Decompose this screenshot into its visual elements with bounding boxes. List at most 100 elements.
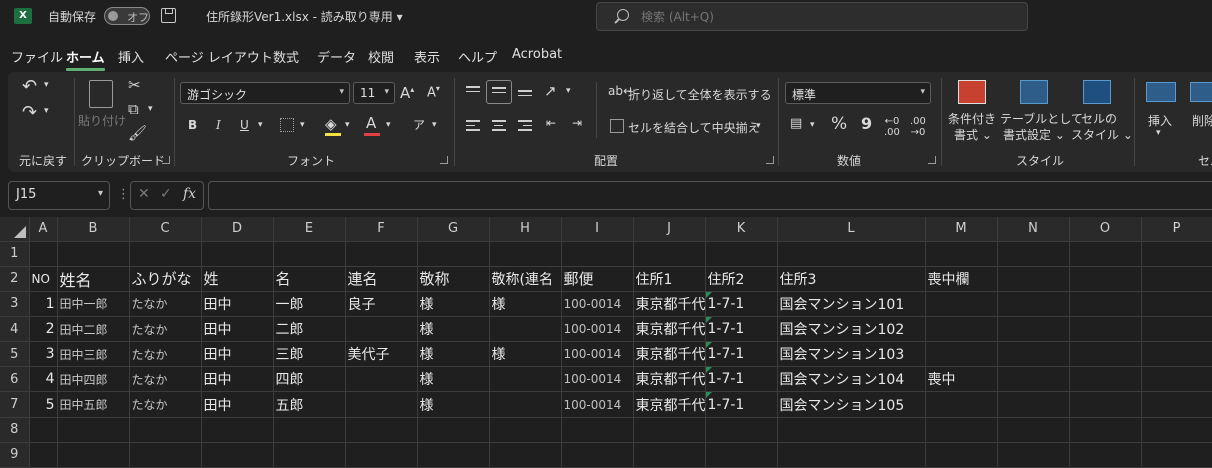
format-as-table-line1[interactable]: テーブルとして [1000,110,1083,127]
cell[interactable]: 様 [417,291,490,318]
cell[interactable] [997,391,1070,418]
fill-color-icon[interactable]: ◈ [325,115,337,133]
delete-cells-icon[interactable] [1190,82,1212,102]
decrease-indent-icon[interactable]: ⇤ [546,116,556,130]
cell[interactable]: 田中 [201,391,274,418]
cell[interactable]: 四郎 [273,366,346,393]
cell[interactable] [705,442,778,468]
cell[interactable]: 様 [417,316,490,343]
cell[interactable]: 住所2 [705,266,778,292]
column-header[interactable]: I [561,217,634,242]
alignment-launcher-icon[interactable] [766,156,774,164]
cell[interactable] [777,417,926,443]
cell[interactable]: 郵便 [561,266,634,292]
cell-styles-icon[interactable] [1083,80,1111,104]
fill-dropdown-icon[interactable]: ▾ [345,120,350,130]
cell[interactable]: 国会マンション101 [777,291,926,318]
font-launcher-icon[interactable] [440,156,448,164]
cell[interactable] [201,417,274,443]
cell[interactable]: 1-7-1 [705,391,778,418]
font-color-icon[interactable]: A [366,114,376,132]
column-header[interactable]: C [129,217,202,242]
cell[interactable] [705,241,778,267]
cell[interactable]: 1-7-1 [705,341,778,368]
orientation-dropdown-icon[interactable]: ▾ [566,86,571,96]
number-launcher-icon[interactable] [928,156,936,164]
tab-formulas[interactable]: 数式 [273,47,299,66]
cell[interactable]: 100-0014 [561,366,634,393]
cell[interactable] [777,241,926,267]
align-top-icon[interactable] [466,86,480,95]
column-header[interactable]: J [633,217,706,242]
font-name-select[interactable]: 游ゴシック ▾ [180,82,350,104]
cell[interactable]: 100-0014 [561,291,634,318]
cell[interactable]: 1-7-1 [705,316,778,343]
align-center-icon[interactable] [492,120,506,134]
cell[interactable] [129,442,202,468]
column-header[interactable]: O [1069,217,1142,242]
number-format-select[interactable]: 標準 ▾ [785,82,931,104]
paste-icon[interactable] [89,80,113,108]
cell[interactable] [201,241,274,267]
cell[interactable] [633,442,706,468]
format-as-table-icon[interactable] [1020,80,1048,104]
cell[interactable]: 様 [489,291,562,318]
tab-home[interactable]: ホーム [66,47,105,71]
copy-icon[interactable]: ⧉ [128,100,139,118]
tab-page-layout[interactable]: ページ レイアウト [165,47,273,66]
cell[interactable] [997,417,1070,443]
cell[interactable]: 1 [29,291,58,318]
cell[interactable]: 姓名 [57,266,130,292]
increase-decimal-icon[interactable]: ←0.00 [884,116,900,138]
cell[interactable] [925,391,998,418]
cell[interactable] [57,241,130,267]
cell[interactable]: 様 [417,366,490,393]
enter-icon[interactable]: ✓ [160,186,172,202]
row-header[interactable]: 3 [0,291,30,318]
currency-icon[interactable]: ▤ [790,116,802,131]
column-header[interactable]: G [417,217,490,242]
cell[interactable]: 国会マンション103 [777,341,926,368]
column-header[interactable]: N [997,217,1070,242]
cell[interactable]: 田中二郎 [57,316,130,343]
cell-styles-line2[interactable]: スタイル ⌄ [1071,126,1133,143]
cell[interactable] [345,417,418,443]
cell[interactable]: 田中一郎 [57,291,130,318]
autosave-toggle[interactable]: オフ [104,7,150,25]
cell[interactable]: ふりがな [129,266,202,292]
conditional-format-line2[interactable]: 書式 ⌄ [954,126,992,143]
cell[interactable]: 国会マンション104 [777,366,926,393]
cell[interactable]: 連名 [345,266,418,292]
phonetic-dropdown-icon[interactable]: ▾ [432,120,437,130]
undo-icon[interactable]: ↶ [22,76,37,97]
cell[interactable] [489,316,562,343]
cell[interactable] [57,417,130,443]
cell[interactable] [777,442,926,468]
row-header[interactable]: 8 [0,417,30,443]
cell[interactable]: 1-7-1 [705,291,778,318]
cell[interactable]: 田中四郎 [57,366,130,393]
column-header[interactable]: H [489,217,562,242]
cell[interactable]: 様 [489,341,562,368]
format-painter-icon[interactable]: 🖌 [128,124,147,142]
cell[interactable]: 東京都千代 [633,291,706,318]
cell[interactable] [417,417,490,443]
cell[interactable] [925,341,998,368]
cell[interactable] [1141,341,1212,368]
cell[interactable] [561,417,634,443]
conditional-format-icon[interactable] [958,80,986,104]
cell[interactable] [561,241,634,267]
merge-center-button[interactable]: セルを結合して中央揃え [628,119,760,136]
merge-icon[interactable] [610,119,624,133]
merge-dropdown-icon[interactable]: ▾ [756,121,761,131]
cell[interactable]: 姓 [201,266,274,292]
cell[interactable] [1141,417,1212,443]
conditional-format-line1[interactable]: 条件付き [948,110,996,127]
cell[interactable]: 国会マンション105 [777,391,926,418]
undo-dropdown-icon[interactable]: ▾ [44,80,49,90]
border-dropdown-icon[interactable]: ▾ [300,120,305,130]
cell[interactable]: 良子 [345,291,418,318]
cell[interactable] [1069,442,1142,468]
redo-dropdown-icon[interactable]: ▾ [44,106,49,116]
phonetic-icon[interactable]: ア [413,116,425,133]
